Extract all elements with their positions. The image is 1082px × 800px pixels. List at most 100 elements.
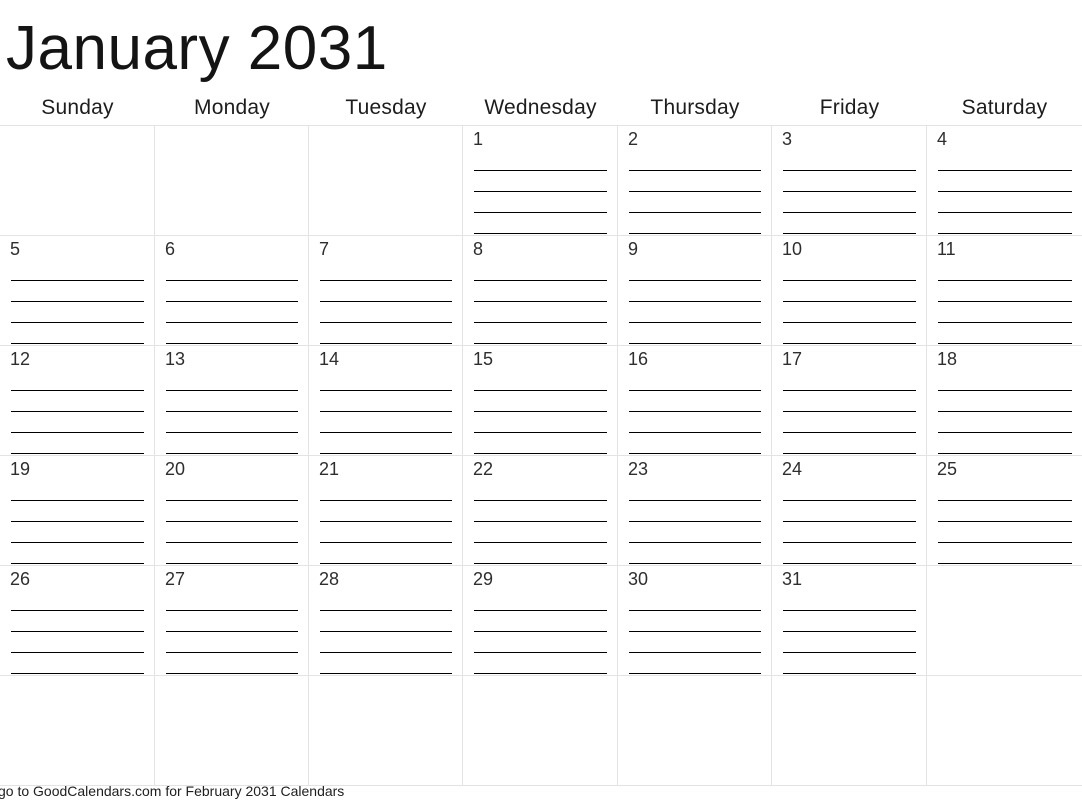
note-line[interactable]	[11, 370, 144, 391]
note-line[interactable]	[783, 632, 916, 653]
note-line[interactable]	[474, 543, 607, 564]
note-line[interactable]	[783, 281, 916, 302]
note-line[interactable]	[938, 192, 1072, 213]
day-cell-26[interactable]: 26	[0, 566, 155, 676]
note-line[interactable]	[474, 260, 607, 281]
note-line[interactable]	[783, 522, 916, 543]
note-line[interactable]	[783, 302, 916, 323]
note-lines[interactable]	[629, 260, 761, 344]
day-cell-5[interactable]: 5	[0, 236, 155, 346]
note-line[interactable]	[11, 433, 144, 454]
note-lines[interactable]	[320, 260, 452, 344]
day-cell-25[interactable]: 25	[927, 456, 1082, 566]
note-line[interactable]	[320, 302, 452, 323]
note-line[interactable]	[629, 412, 761, 433]
day-cell-empty[interactable]	[772, 676, 927, 786]
note-line[interactable]	[938, 412, 1072, 433]
note-line[interactable]	[474, 213, 607, 234]
note-line[interactable]	[474, 590, 607, 611]
day-cell-7[interactable]: 7	[309, 236, 463, 346]
note-line[interactable]	[938, 171, 1072, 192]
note-lines[interactable]	[938, 480, 1072, 564]
note-line[interactable]	[938, 480, 1072, 501]
note-line[interactable]	[629, 590, 761, 611]
note-lines[interactable]	[11, 590, 144, 674]
note-line[interactable]	[11, 653, 144, 674]
note-line[interactable]	[783, 192, 916, 213]
note-lines[interactable]	[166, 370, 298, 454]
note-line[interactable]	[629, 150, 761, 171]
note-line[interactable]	[474, 323, 607, 344]
note-line[interactable]	[166, 370, 298, 391]
note-line[interactable]	[166, 611, 298, 632]
day-cell-27[interactable]: 27	[155, 566, 309, 676]
note-line[interactable]	[320, 281, 452, 302]
note-line[interactable]	[783, 323, 916, 344]
day-cell-empty[interactable]	[155, 676, 309, 786]
note-line[interactable]	[783, 480, 916, 501]
note-line[interactable]	[320, 632, 452, 653]
note-line[interactable]	[166, 522, 298, 543]
day-cell-13[interactable]: 13	[155, 346, 309, 456]
note-line[interactable]	[629, 632, 761, 653]
day-cell-4[interactable]: 4	[927, 126, 1082, 236]
note-lines[interactable]	[938, 150, 1072, 234]
note-line[interactable]	[11, 302, 144, 323]
day-cell-29[interactable]: 29	[463, 566, 618, 676]
note-line[interactable]	[783, 370, 916, 391]
note-line[interactable]	[474, 192, 607, 213]
note-line[interactable]	[474, 171, 607, 192]
note-lines[interactable]	[629, 370, 761, 454]
note-lines[interactable]	[11, 260, 144, 344]
note-line[interactable]	[629, 171, 761, 192]
note-line[interactable]	[938, 501, 1072, 522]
note-line[interactable]	[629, 653, 761, 674]
note-lines[interactable]	[629, 590, 761, 674]
note-lines[interactable]	[474, 260, 607, 344]
note-line[interactable]	[320, 370, 452, 391]
note-line[interactable]	[11, 632, 144, 653]
note-line[interactable]	[474, 391, 607, 412]
note-line[interactable]	[938, 370, 1072, 391]
note-line[interactable]	[474, 150, 607, 171]
day-cell-empty[interactable]	[0, 676, 155, 786]
note-line[interactable]	[166, 632, 298, 653]
note-line[interactable]	[166, 281, 298, 302]
day-cell-3[interactable]: 3	[772, 126, 927, 236]
note-line[interactable]	[11, 590, 144, 611]
note-line[interactable]	[629, 480, 761, 501]
note-line[interactable]	[320, 433, 452, 454]
note-line[interactable]	[629, 543, 761, 564]
note-line[interactable]	[783, 213, 916, 234]
note-lines[interactable]	[938, 260, 1072, 344]
note-line[interactable]	[938, 391, 1072, 412]
note-line[interactable]	[629, 302, 761, 323]
note-line[interactable]	[938, 433, 1072, 454]
note-lines[interactable]	[320, 480, 452, 564]
note-lines[interactable]	[474, 150, 607, 234]
note-line[interactable]	[11, 522, 144, 543]
note-line[interactable]	[11, 260, 144, 281]
note-line[interactable]	[629, 501, 761, 522]
note-lines[interactable]	[783, 370, 916, 454]
day-cell-empty[interactable]	[0, 126, 155, 236]
day-cell-14[interactable]: 14	[309, 346, 463, 456]
note-line[interactable]	[166, 480, 298, 501]
day-cell-15[interactable]: 15	[463, 346, 618, 456]
note-line[interactable]	[629, 433, 761, 454]
note-line[interactable]	[320, 543, 452, 564]
note-lines[interactable]	[320, 590, 452, 674]
note-line[interactable]	[11, 391, 144, 412]
note-line[interactable]	[629, 281, 761, 302]
note-line[interactable]	[629, 370, 761, 391]
note-line[interactable]	[474, 611, 607, 632]
note-line[interactable]	[320, 323, 452, 344]
note-line[interactable]	[166, 501, 298, 522]
note-line[interactable]	[938, 260, 1072, 281]
day-cell-21[interactable]: 21	[309, 456, 463, 566]
note-line[interactable]	[474, 281, 607, 302]
note-line[interactable]	[166, 302, 298, 323]
note-line[interactable]	[783, 391, 916, 412]
day-cell-empty[interactable]	[155, 126, 309, 236]
note-line[interactable]	[11, 611, 144, 632]
